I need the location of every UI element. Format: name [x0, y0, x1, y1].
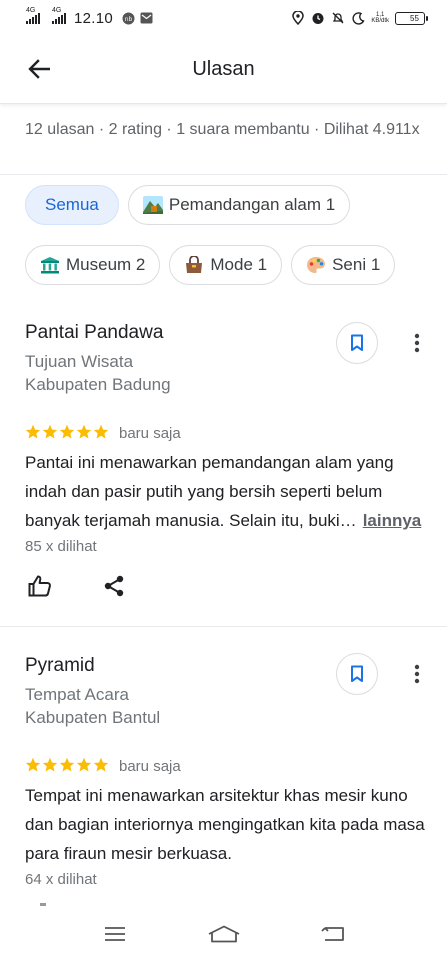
app-bar: Ulasan [0, 36, 447, 104]
place-category: Tujuan Wisata [25, 352, 134, 371]
handbag-icon [184, 255, 204, 275]
battery-level: 55 [410, 13, 419, 23]
star-rating [25, 757, 109, 773]
network-type-2: 4G [52, 7, 62, 14]
more-options-button[interactable] [406, 659, 428, 689]
back-button[interactable] [26, 56, 52, 82]
return-icon [320, 927, 344, 941]
star-icon [25, 757, 109, 772]
speed-unit: KB/dtk [371, 18, 389, 24]
chip-label: Seni 1 [332, 255, 381, 274]
view-count: 85 x dilihat [25, 538, 97, 555]
like-button[interactable] [26, 572, 54, 600]
chip-museum[interactable]: Museum 2 [25, 245, 161, 285]
system-back-button[interactable] [313, 919, 353, 949]
moon-icon [351, 11, 365, 25]
thumb-up-icon [28, 575, 51, 597]
share-icon [104, 575, 124, 597]
filter-chips-row-2: Museum 2 Mode 1 Seni 1 [25, 245, 396, 285]
chip-label: Mode 1 [210, 255, 268, 274]
review-summary: 12 ulasan · 2 rating · 1 suara membantu … [25, 121, 420, 138]
read-more-link[interactable]: lainnya [363, 511, 422, 530]
battery-icon: 55 [395, 11, 428, 25]
place-name[interactable]: Pyramid [25, 655, 95, 677]
review-time: baru saja [119, 758, 181, 775]
network-type-1: 4G [26, 7, 36, 14]
star-icon [25, 424, 109, 439]
page-title: Ulasan [192, 58, 255, 80]
review-body: Pantai ini menawarkan pemandangan alam y… [25, 453, 394, 530]
review-text: Pantai ini menawarkan pemandangan alam y… [25, 448, 431, 535]
view-count: 64 x dilihat [25, 871, 97, 888]
review-time: baru saja [119, 425, 181, 442]
chip-label: Pemandangan alam 1 [168, 195, 336, 214]
divider [0, 174, 447, 175]
place-region: Kabupaten Bantul [25, 708, 161, 727]
notification-icon: nb [121, 11, 135, 25]
chip-label: Museum 2 [66, 255, 146, 274]
save-button[interactable] [336, 322, 378, 364]
alarm-icon [311, 11, 325, 25]
clock: 12.10 [74, 9, 114, 27]
museum-icon [40, 255, 60, 275]
system-nav-bar [0, 908, 447, 960]
more-vert-icon [414, 333, 420, 353]
mail-icon [139, 11, 153, 25]
bookmark-icon [351, 334, 363, 351]
review-text: Tempat ini menawarkan arsitektur khas me… [25, 786, 425, 863]
star-rating [25, 424, 109, 440]
bookmark-icon [351, 665, 363, 682]
signal-icon: 4G [26, 7, 40, 24]
place-region: Kabupaten Badung [25, 375, 171, 394]
recent-apps-button[interactable] [95, 919, 135, 949]
filter-chips-row-1: Semua Pemandangan alam 1 [25, 185, 351, 225]
divider [0, 626, 447, 627]
signal-icon-2: 4G [52, 7, 66, 24]
palette-icon [306, 255, 326, 275]
chip-pemandangan-alam[interactable]: Pemandangan alam 1 [127, 185, 351, 225]
chip-seni[interactable]: Seni 1 [291, 245, 396, 285]
chip-semua[interactable]: Semua [25, 185, 119, 225]
chip-label: Semua [45, 195, 99, 214]
svg-text:nb: nb [124, 16, 132, 23]
mute-icon [331, 11, 345, 25]
place-category: Tempat Acara [25, 685, 129, 704]
arrow-left-icon [28, 59, 50, 79]
menu-icon [104, 927, 125, 941]
more-vert-icon [414, 664, 420, 684]
chip-mode[interactable]: Mode 1 [169, 245, 283, 285]
network-speed: 1,1 KB/dtk [371, 12, 389, 24]
scroll-peek [40, 903, 46, 906]
place-name[interactable]: Pantai Pandawa [25, 322, 163, 344]
share-button[interactable] [102, 574, 126, 598]
home-icon [208, 925, 239, 943]
status-bar: 4G 4G 12.10 nb 1,1 KB/dtk 55 [0, 0, 447, 36]
more-options-button[interactable] [406, 328, 428, 358]
home-button[interactable] [204, 919, 244, 949]
mountain-icon [142, 195, 163, 215]
location-icon [291, 11, 305, 25]
save-button[interactable] [336, 653, 378, 695]
